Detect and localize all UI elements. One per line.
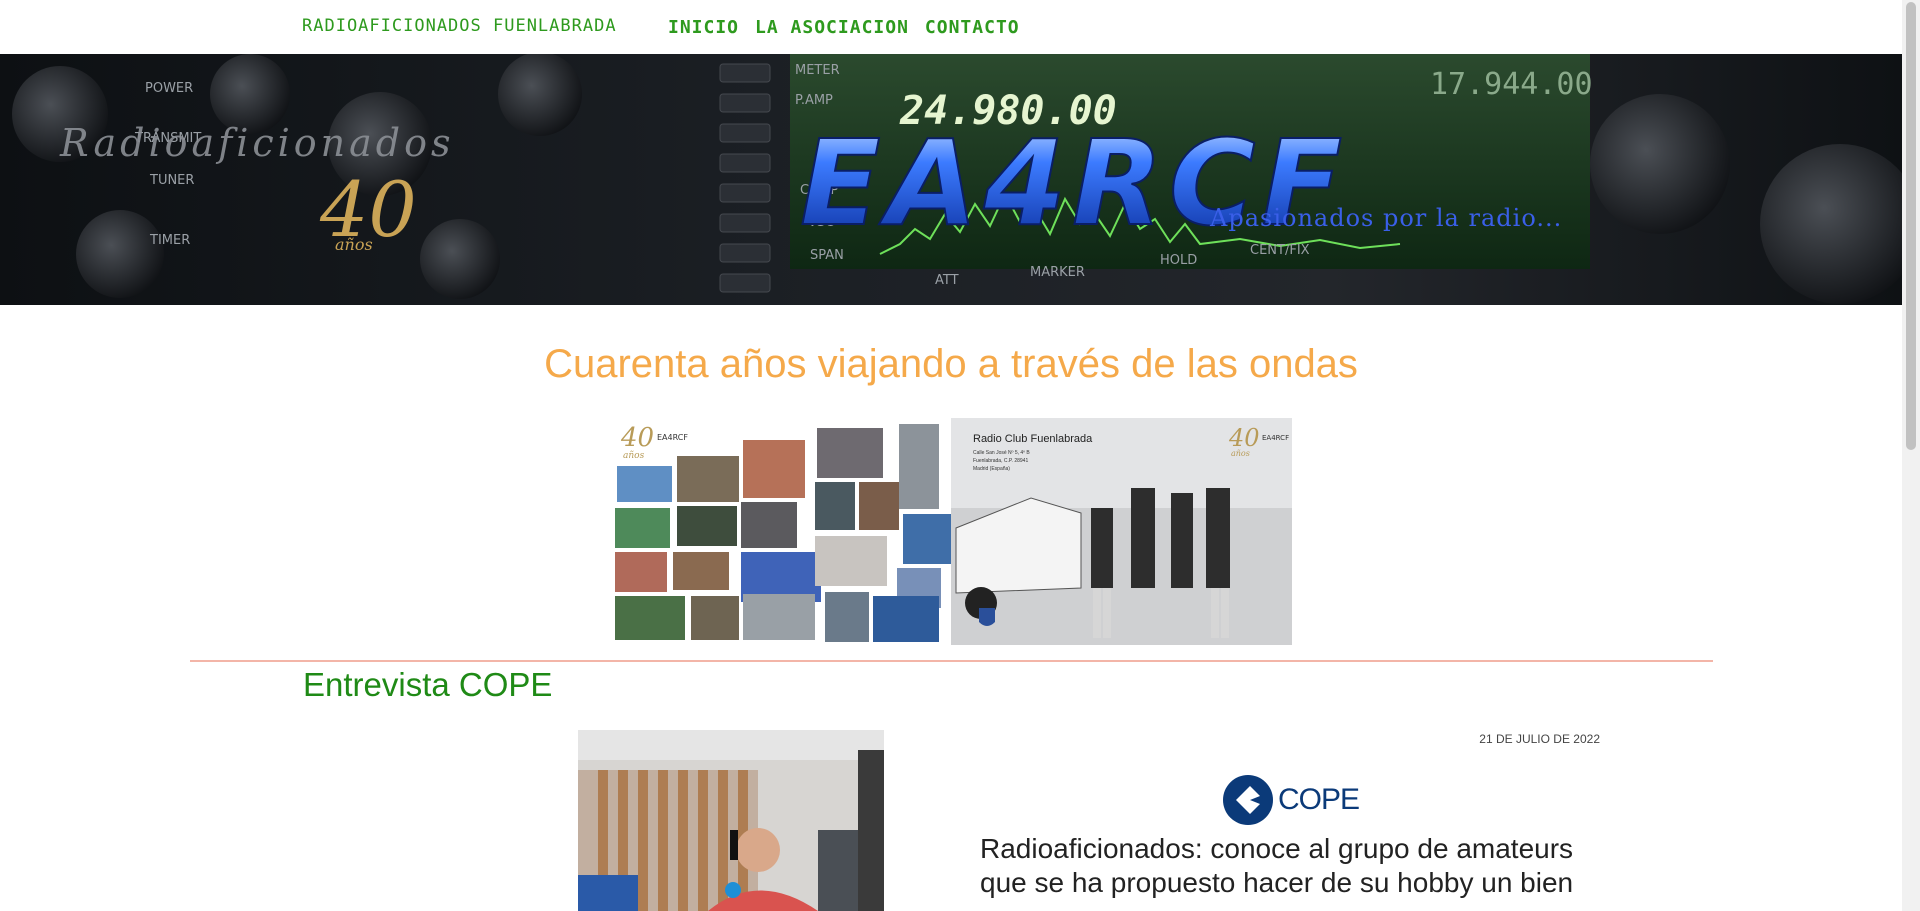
scrollbar-thumb[interactable] bbox=[1906, 2, 1916, 450]
nav-item-asociacion: LA ASOCIACION bbox=[755, 17, 909, 38]
banner-label-tuner: TUNER bbox=[149, 173, 194, 188]
collage-badge-right-callsign: EA4RCF bbox=[1262, 434, 1289, 442]
page: RADIOAFICIONADOS FUENLABRADA INICIO LA A… bbox=[0, 0, 1920, 911]
radio-panel-banner-image: 24.980.00 17.944.00 POWER TRANSMIT TUNER… bbox=[0, 54, 1902, 305]
interview-photo-graphic bbox=[578, 730, 884, 911]
collage-graphic: 40 EA4RCF años Radio Club Fuenlabrada Ca… bbox=[611, 418, 1292, 645]
nav-menu: INICIO LA ASOCIACION CONTACTO bbox=[668, 17, 1020, 38]
banner-label-timer: TIMER bbox=[149, 233, 190, 248]
page-scrollbar[interactable] bbox=[1902, 0, 1920, 911]
banner-label-meter: METER bbox=[795, 63, 840, 78]
collage-badge-left-word: años bbox=[623, 451, 645, 461]
collage-badge-right: 40 bbox=[1228, 424, 1260, 452]
cope-logo[interactable]: COPE bbox=[1222, 774, 1360, 826]
collage-badge-left-callsign: EA4RCF bbox=[657, 433, 688, 442]
collage-badge-right-word: años bbox=[1231, 449, 1250, 458]
nav-item-contacto: CONTACTO bbox=[925, 17, 1020, 38]
nav-link-inicio[interactable]: INICIO bbox=[668, 17, 739, 38]
banner-anniversary-word: años bbox=[335, 235, 373, 254]
collage-address-line-2: Fuenlabrada, C.P. 28941 bbox=[973, 458, 1028, 464]
nav-link-asociacion[interactable]: LA ASOCIACION bbox=[755, 17, 909, 38]
banner-tagline: Apasionados por la radio... bbox=[1209, 204, 1562, 232]
collage-address-line-3: Madrid (España) bbox=[973, 466, 1010, 472]
collage-badge-left: 40 bbox=[620, 423, 654, 453]
anniversary-collage-image: 40 EA4RCF años Radio Club Fuenlabrada Ca… bbox=[611, 418, 1292, 645]
cope-logo-icon bbox=[1223, 775, 1273, 825]
top-navigation: RADIOAFICIONADOS FUENLABRADA INICIO LA A… bbox=[0, 0, 1902, 54]
nav-item-inicio: INICIO bbox=[668, 17, 739, 38]
section-divider bbox=[190, 660, 1713, 662]
banner-label-att: ATT bbox=[935, 273, 959, 288]
banner-script-text: Radioaficionados bbox=[59, 121, 455, 165]
header-banner: 24.980.00 17.944.00 POWER TRANSMIT TUNER… bbox=[0, 54, 1902, 305]
page-title: Cuarenta años viajando a través de las o… bbox=[544, 342, 1358, 386]
article-headline-link[interactable]: Radioaficionados: conoce al grupo de ama… bbox=[980, 832, 1600, 900]
collage-club-title: Radio Club Fuenlabrada bbox=[973, 433, 1093, 445]
banner-label-power: POWER bbox=[145, 81, 193, 96]
banner-frequency-secondary: 17.944.00 bbox=[1430, 67, 1593, 102]
collage-address-line-1: Calle San José Nº 5, 4º B bbox=[973, 450, 1030, 456]
banner-label-hold: HOLD bbox=[1160, 253, 1197, 268]
interview-photo[interactable] bbox=[578, 730, 884, 911]
banner-label-marker: MARKER bbox=[1030, 265, 1085, 280]
section-title: Entrevista COPE bbox=[303, 666, 553, 703]
cope-logo-text: COPE bbox=[1278, 783, 1360, 816]
site-brand-link[interactable]: RADIOAFICIONADOS FUENLABRADA bbox=[302, 16, 617, 36]
article-date: 21 DE JULIO DE 2022 bbox=[1479, 732, 1600, 746]
city-council-shield-icon bbox=[979, 608, 995, 626]
banner-label-pamp: P.AMP bbox=[795, 93, 833, 108]
nav-link-contacto[interactable]: CONTACTO bbox=[925, 17, 1020, 38]
